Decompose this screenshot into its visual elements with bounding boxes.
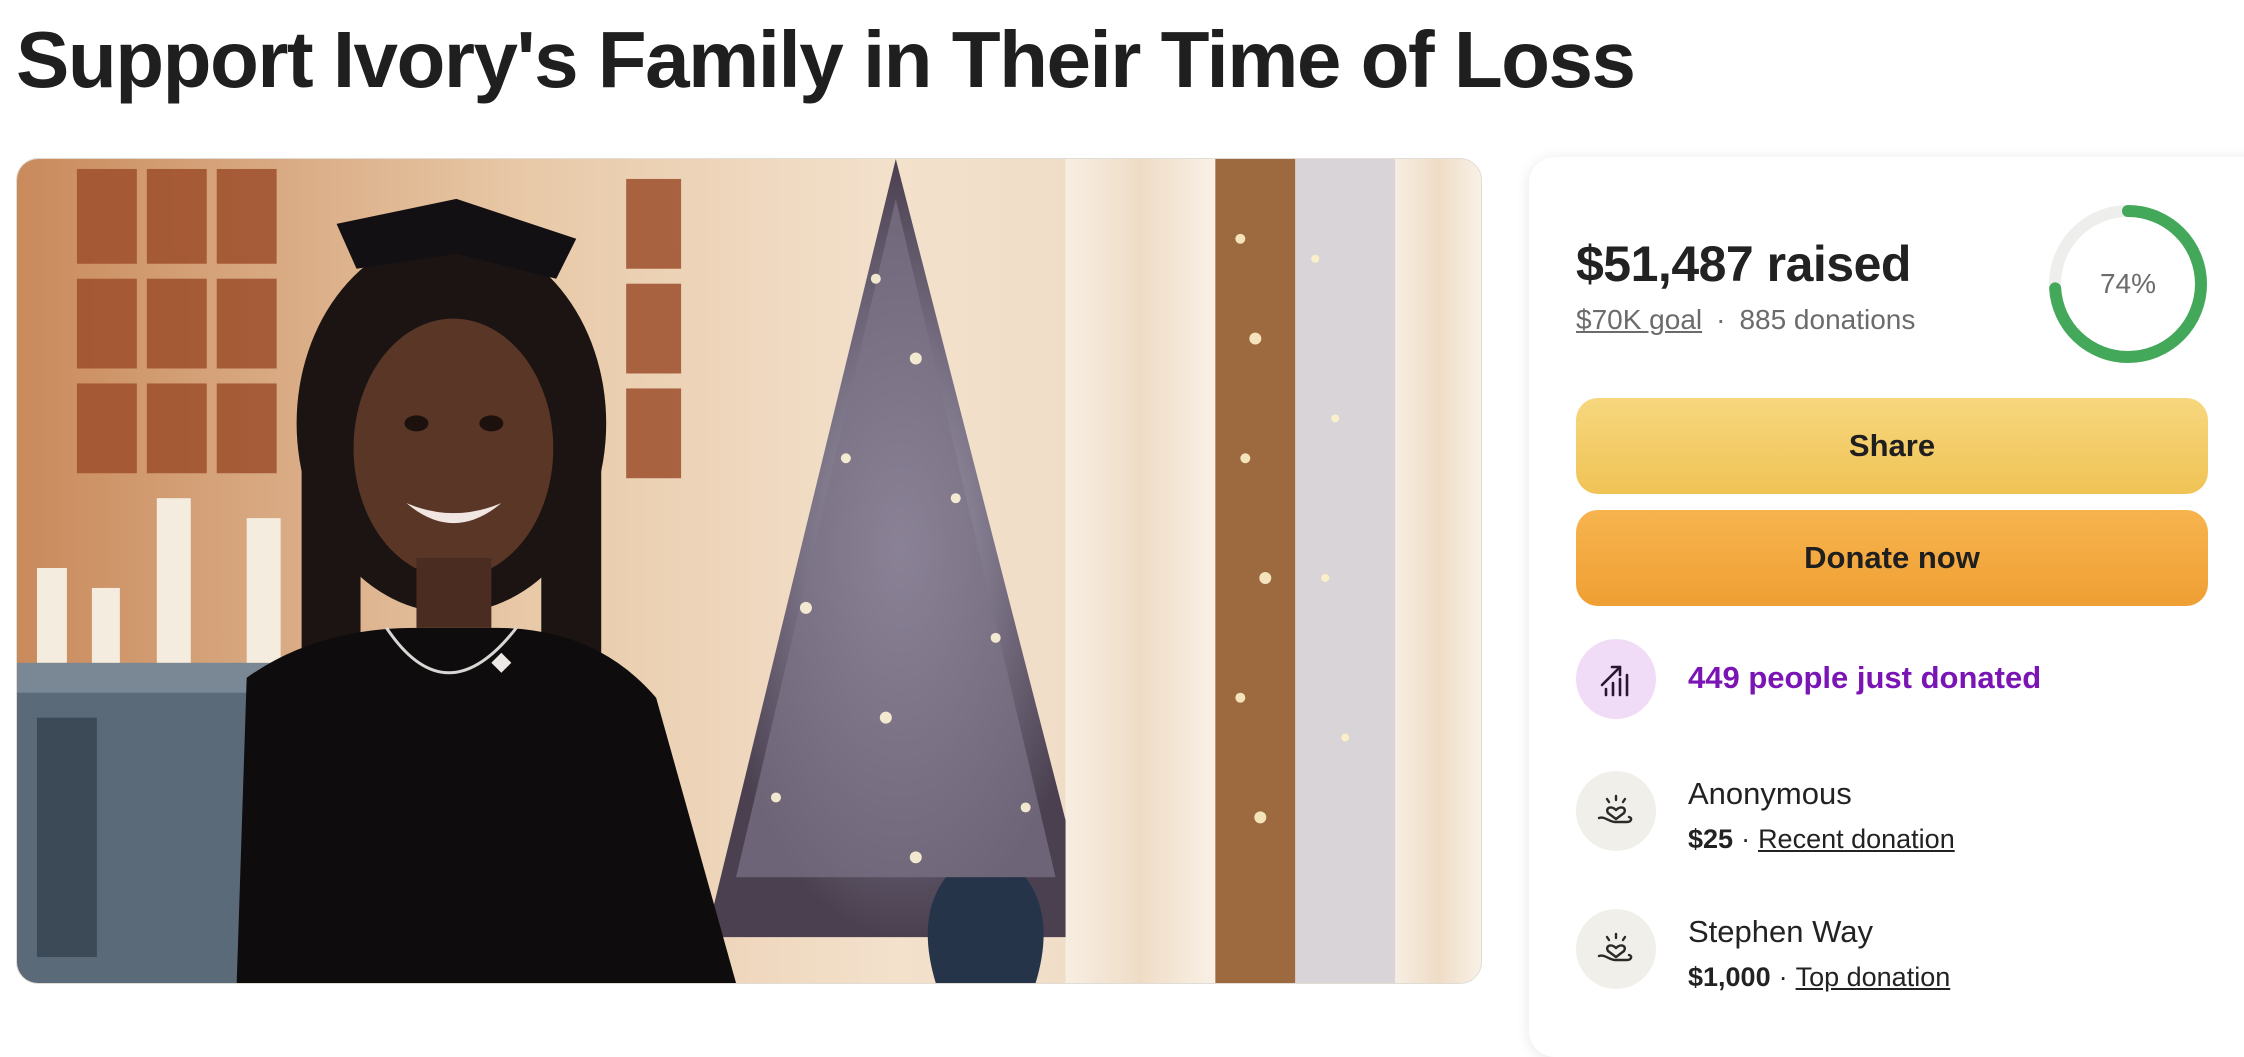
donor-detail: $1,000 · Top donation bbox=[1688, 962, 1950, 993]
heart-hand-icon bbox=[1576, 771, 1656, 851]
separator: · bbox=[1716, 304, 1726, 335]
donor-name: Stephen Way bbox=[1688, 914, 1873, 949]
goal-and-donations: $70K goal · 885 donations bbox=[1576, 304, 1915, 336]
donate-now-button[interactable]: Donate now bbox=[1576, 510, 2208, 606]
amount-raised: $51,487 raised bbox=[1576, 236, 1911, 292]
donor-amount: $1,000 bbox=[1688, 962, 1771, 992]
recent-donation-link[interactable]: Recent donation bbox=[1758, 824, 1955, 854]
progress-percent: 74% bbox=[2099, 268, 2157, 299]
share-button[interactable]: Share bbox=[1576, 398, 2208, 494]
donation-count: 885 donations bbox=[1739, 304, 1916, 335]
fundraiser-photo-illustration bbox=[17, 159, 1481, 983]
heart-hand-icon bbox=[1576, 909, 1656, 989]
donor-detail: $25 · Recent donation bbox=[1688, 824, 1955, 855]
donor-amount: $25 bbox=[1688, 824, 1734, 854]
page-title: Support Ivory's Family in Their Time of … bbox=[16, 15, 1636, 104]
top-donation-link[interactable]: Top donation bbox=[1796, 962, 1951, 992]
separator: · bbox=[1778, 962, 1788, 992]
fundraiser-photo bbox=[16, 158, 1482, 984]
donation-panel: $51,487 raised $70K goal · 885 donations 7… bbox=[1529, 157, 2244, 1057]
goal-link[interactable]: $70K goal bbox=[1576, 304, 1702, 335]
separator: · bbox=[1741, 824, 1751, 854]
recent-donors-count: 449 people just donated bbox=[1688, 660, 2042, 695]
donor-name: Anonymous bbox=[1688, 776, 1852, 811]
trending-up-icon bbox=[1576, 639, 1656, 719]
